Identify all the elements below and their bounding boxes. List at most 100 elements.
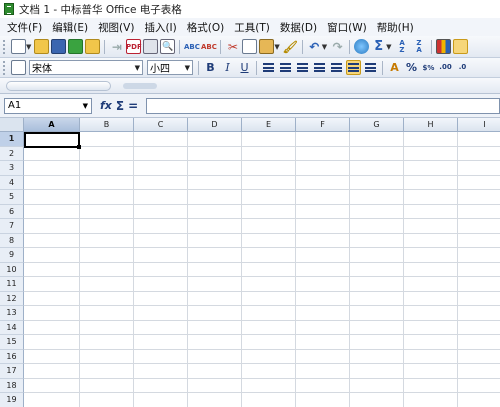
row-header-10[interactable]: 10 <box>0 262 24 277</box>
row-header-1[interactable]: 1 <box>0 132 24 147</box>
cut-icon[interactable]: ✂ <box>225 39 240 54</box>
chevron-down-icon[interactable]: ▼ <box>322 43 327 51</box>
row-header-16[interactable]: 16 <box>0 349 24 364</box>
redo-icon[interactable]: ↷ <box>330 39 345 54</box>
column-header-g[interactable]: G <box>350 118 404 132</box>
sum-icon[interactable]: Σ <box>116 99 124 113</box>
chevron-down-icon[interactable]: ▼ <box>185 64 190 72</box>
menu-tools[interactable]: 工具(T) <box>229 20 275 35</box>
sort-descending-icon[interactable]: ZA <box>412 39 427 54</box>
wrap-text-button[interactable] <box>346 60 361 75</box>
sort-ascending-icon[interactable]: AZ <box>395 39 410 54</box>
menu-format[interactable]: 格式(O) <box>182 20 229 35</box>
align-center-button[interactable] <box>278 60 293 75</box>
toolbar-handle[interactable] <box>6 80 111 91</box>
column-header-c[interactable]: C <box>134 118 188 132</box>
name-box[interactable]: A1 ▼ <box>4 97 92 114</box>
active-cell-a1[interactable] <box>24 132 81 149</box>
export-pdf-icon[interactable]: PDF <box>126 39 142 54</box>
row-header-14[interactable]: 14 <box>0 320 24 335</box>
toolbar-extra-icon[interactable] <box>452 39 468 54</box>
columns-button[interactable] <box>363 60 378 75</box>
align-left-button[interactable] <box>261 60 276 75</box>
row-header-7[interactable]: 7 <box>0 219 24 234</box>
menu-view[interactable]: 视图(V) <box>93 20 139 35</box>
add-decimal-button[interactable]: .00 <box>438 60 453 75</box>
paste-icon[interactable] <box>259 39 275 54</box>
format-painter-icon[interactable]: 🖌 <box>283 39 298 54</box>
toolbar-grip[interactable] <box>3 39 7 54</box>
row-header-18[interactable]: 18 <box>0 378 24 393</box>
column-header-i[interactable]: I <box>458 118 500 132</box>
menu-edit[interactable]: 编辑(E) <box>47 20 93 35</box>
function-wizard-icon[interactable]: fx <box>100 99 112 112</box>
chevron-down-icon[interactable]: ▼ <box>26 43 31 51</box>
font-color-icon[interactable]: A <box>387 60 402 75</box>
column-header-f[interactable]: F <box>296 118 350 132</box>
font-size-select[interactable]: 小四 ▼ <box>147 60 193 75</box>
font-name-select[interactable]: 宋体 ▼ <box>29 60 143 75</box>
menu-help[interactable]: 帮助(H) <box>372 20 419 35</box>
menu-window[interactable]: 窗口(W) <box>322 20 372 35</box>
print-icon[interactable] <box>143 39 159 54</box>
undo-icon[interactable]: ↶ <box>307 39 322 54</box>
row-header-19[interactable]: 19 <box>0 393 24 407</box>
auto-spellcheck-icon[interactable]: ABC <box>201 39 217 54</box>
chevron-down-icon[interactable]: ▼ <box>386 43 391 51</box>
chevron-down-icon[interactable]: ▼ <box>135 64 140 72</box>
save-icon[interactable] <box>51 39 67 54</box>
column-header-a[interactable]: A <box>24 118 80 132</box>
save-as-icon[interactable] <box>68 39 84 54</box>
select-all-corner[interactable] <box>0 118 24 132</box>
row-header-9[interactable]: 9 <box>0 248 24 263</box>
new-document-icon[interactable] <box>11 39 26 54</box>
formula-input[interactable] <box>146 97 500 114</box>
bold-button[interactable]: B <box>203 60 218 75</box>
email-icon[interactable] <box>85 39 101 54</box>
percent-format-button[interactable]: % <box>404 60 419 75</box>
column-header-e[interactable]: E <box>242 118 296 132</box>
row-header-17[interactable]: 17 <box>0 364 24 379</box>
row-header-2[interactable]: 2 <box>0 146 24 161</box>
row-header-13[interactable]: 13 <box>0 306 24 321</box>
print-preview-icon[interactable]: 🔍 <box>160 39 176 54</box>
row-header-6[interactable]: 6 <box>0 204 24 219</box>
column-header-b[interactable]: B <box>80 118 134 132</box>
copy-icon[interactable] <box>242 39 258 54</box>
underline-button[interactable]: U <box>237 60 252 75</box>
chevron-down-icon[interactable]: ▼ <box>83 102 88 110</box>
toolbar-handle[interactable] <box>123 82 157 89</box>
column-header-h[interactable]: H <box>404 118 458 132</box>
merge-cells-button[interactable] <box>329 60 344 75</box>
autosum-icon[interactable]: Σ <box>371 39 386 54</box>
fill-handle[interactable] <box>77 145 81 149</box>
wrap-text-icon <box>348 63 359 72</box>
row-header-8[interactable]: 8 <box>0 233 24 248</box>
edit-mode-icon[interactable]: ⇥ <box>109 39 124 54</box>
columns-icon <box>365 63 376 72</box>
remove-decimal-button[interactable]: .0 <box>455 60 470 75</box>
menu-file[interactable]: 文件(F) <box>2 20 47 35</box>
column-header-d[interactable]: D <box>188 118 242 132</box>
hyperlink-icon[interactable] <box>354 39 370 54</box>
row-header-3[interactable]: 3 <box>0 161 24 176</box>
italic-button[interactable]: I <box>220 60 235 75</box>
equals-icon[interactable]: = <box>128 99 138 113</box>
currency-format-button[interactable]: $% <box>421 60 436 75</box>
row-header-12[interactable]: 12 <box>0 291 24 306</box>
justify-button[interactable] <box>312 60 327 75</box>
align-right-button[interactable] <box>295 60 310 75</box>
menu-data[interactable]: 数据(D) <box>275 20 322 35</box>
menu-insert[interactable]: 插入(I) <box>139 20 181 35</box>
row-header-11[interactable]: 11 <box>0 277 24 292</box>
styles-icon[interactable] <box>11 60 26 75</box>
toolbar-grip[interactable] <box>3 60 7 75</box>
row-header-4[interactable]: 4 <box>0 175 24 190</box>
open-folder-icon[interactable] <box>34 39 50 54</box>
row-header-5[interactable]: 5 <box>0 190 24 205</box>
row-header-15[interactable]: 15 <box>0 335 24 350</box>
cell-area[interactable] <box>25 132 500 407</box>
insert-chart-icon[interactable] <box>435 39 451 54</box>
spellcheck-icon[interactable]: ABC <box>184 39 200 54</box>
chevron-down-icon[interactable]: ▼ <box>274 43 279 51</box>
